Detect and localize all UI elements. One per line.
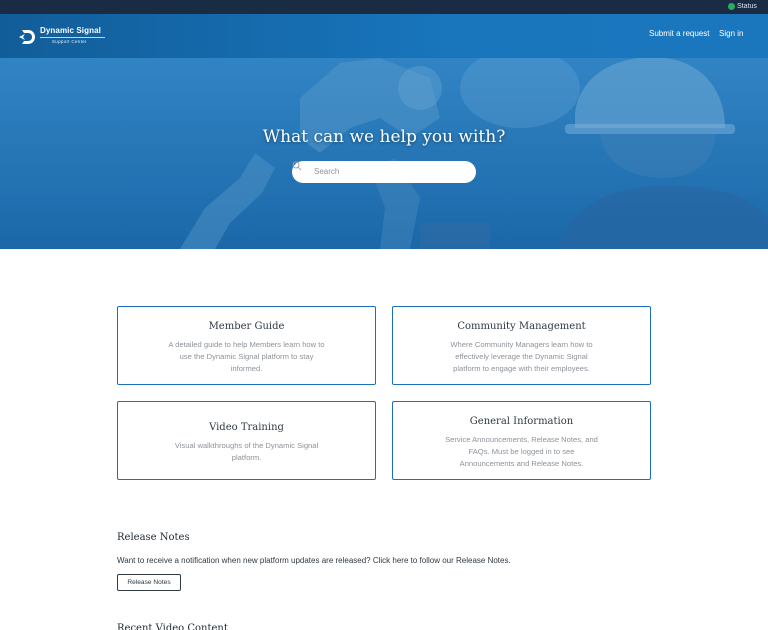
status-link[interactable]: Status <box>737 2 757 12</box>
brand-name: Dynamic Signal <box>40 26 101 35</box>
category-card-member-guide[interactable]: Member Guide A detailed guide to help Me… <box>117 306 376 385</box>
site-header: Dynamic Signal Support Center Submit a r… <box>0 14 768 58</box>
card-title: Community Management <box>457 321 586 332</box>
card-description: Visual walkthroughs of the Dynamic Signa… <box>174 441 319 462</box>
search-icon <box>292 161 302 171</box>
hero-heading: What can we help you with? <box>262 127 506 147</box>
recent-video-heading: Recent Video Content <box>117 623 228 630</box>
release-notes-button[interactable]: Release Notes <box>117 574 181 591</box>
category-card-general-information[interactable]: General Information Service Announcement… <box>392 401 651 480</box>
card-description: Service Announcements, Release Notes, an… <box>445 435 598 468</box>
card-title: Member Guide <box>208 321 285 332</box>
hero-banner: What can we help you with? Search <box>0 58 768 249</box>
card-title: Video Training <box>209 422 284 433</box>
dynamic-signal-logo-icon[interactable] <box>17 27 37 47</box>
brand-subtitle: Support Center <box>52 39 87 44</box>
category-card-video-training[interactable]: Video Training Visual walkthroughs of th… <box>117 401 376 480</box>
sign-in-link[interactable]: Sign in <box>719 29 743 39</box>
card-description: Where Community Managers learn how to ef… <box>450 340 593 373</box>
submit-request-link[interactable]: Submit a request <box>649 29 709 39</box>
release-notes-text[interactable]: Want to receive a notification when new … <box>117 556 511 566</box>
search-placeholder: Search <box>314 167 340 176</box>
status-indicator-icon <box>728 3 735 10</box>
hero-background-image <box>0 58 768 249</box>
card-title: General Information <box>469 416 574 427</box>
category-card-community-management[interactable]: Community Management Where Community Man… <box>392 306 651 385</box>
card-description: A detailed guide to help Members learn h… <box>168 340 325 373</box>
search-input[interactable]: Search <box>292 161 476 183</box>
brand-divider <box>40 37 105 38</box>
release-notes-heading: Release Notes <box>117 532 190 543</box>
top-status-bar: Status <box>0 0 768 14</box>
